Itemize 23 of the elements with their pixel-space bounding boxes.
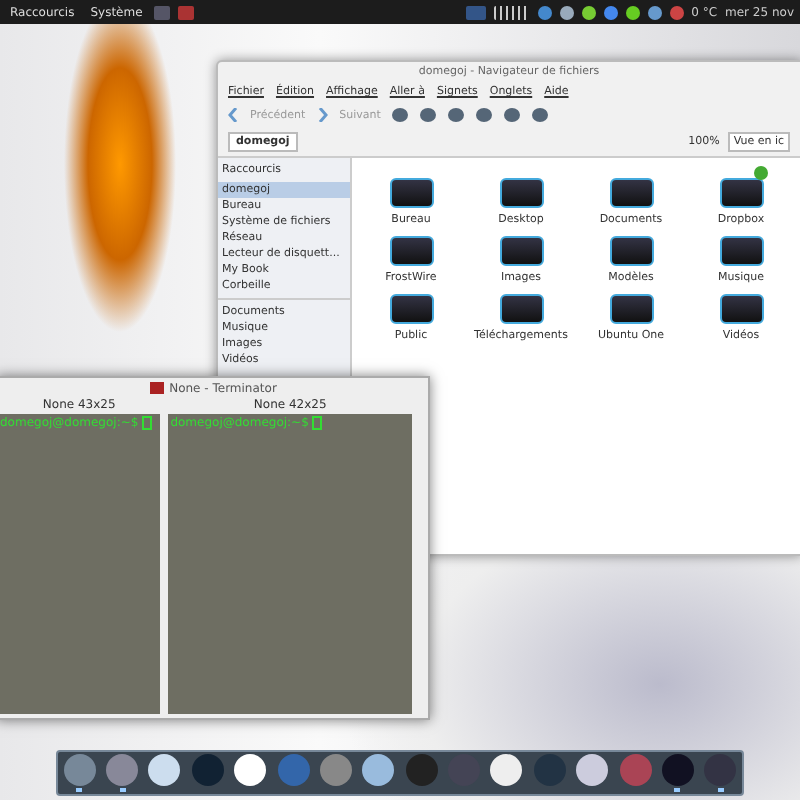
folder-icon[interactable] [719,236,763,266]
folder-icon[interactable] [389,294,433,324]
folder-icon[interactable] [389,178,433,208]
folder-icon[interactable] [719,178,763,208]
folder-icon[interactable] [499,178,543,208]
app-icon[interactable] [576,754,609,786]
app-icon[interactable] [148,754,181,786]
cursor-icon [312,416,323,430]
folder-icon[interactable] [389,236,433,266]
terminal-icon [149,382,164,394]
cursor-icon [142,416,153,430]
folder-icon[interactable] [499,294,543,324]
chevron-left-icon [228,108,238,122]
folder-icon[interactable] [609,236,653,266]
folder-icon[interactable] [609,294,653,324]
app-icon[interactable] [362,754,395,786]
signal-bars-icon [493,5,530,19]
chevron-right-icon [317,108,328,122]
folder-icon[interactable] [499,236,543,266]
app-icon[interactable] [490,754,523,786]
folder-icon[interactable] [719,294,763,324]
folder-icon[interactable] [609,178,653,208]
app-icon[interactable] [234,754,267,786]
